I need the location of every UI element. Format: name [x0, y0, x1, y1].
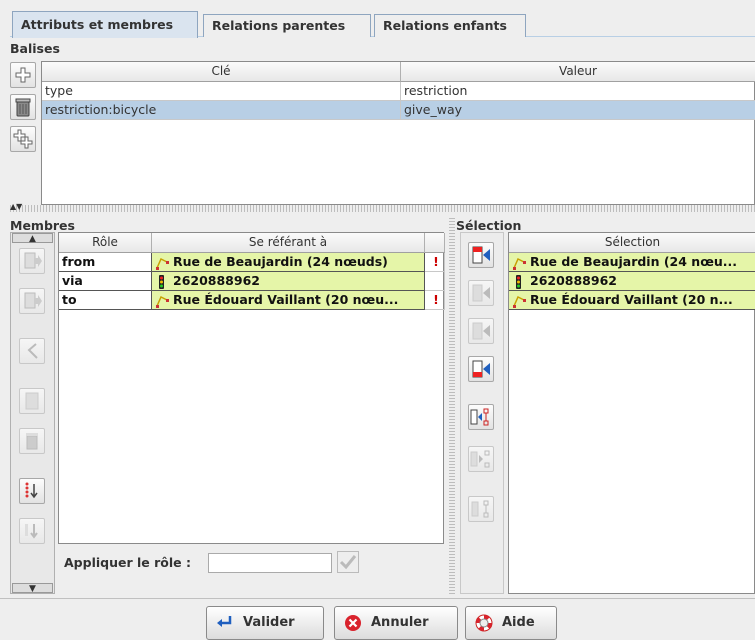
members-table: Rôle Se référant à from Rue de Beaujardi…	[58, 232, 445, 544]
column-refers-to[interactable]: Se référant à	[152, 233, 425, 253]
selection-section-title: Sélection	[456, 218, 522, 233]
selection-name: Rue Édouard Vaillant (20 n...	[530, 292, 733, 307]
trash-icon	[15, 98, 31, 117]
column-value[interactable]: Valeur	[401, 62, 755, 82]
lifebuoy-icon	[475, 614, 493, 631]
horizontal-splitter[interactable]	[10, 205, 755, 212]
tab-child-relations[interactable]: Relations enfants	[374, 14, 526, 37]
way-icon	[513, 257, 526, 270]
cancel-icon	[345, 614, 361, 631]
column-status[interactable]	[425, 233, 445, 253]
selection-name: Rue de Beaujardin (24 nœu...	[530, 254, 738, 269]
member-role-cell[interactable]: via	[59, 272, 152, 291]
vertical-splitter[interactable]	[449, 218, 455, 594]
move-up-icon	[24, 252, 42, 269]
column-selection[interactable]: Sélection	[509, 233, 755, 253]
ok-button[interactable]: Valider	[206, 606, 324, 640]
scroll-down-button[interactable]: ▼	[12, 583, 53, 594]
selection-row[interactable]: Rue Édouard Vaillant (20 n...	[509, 291, 755, 310]
way-icon	[513, 295, 526, 308]
member-name: Rue Édouard Vaillant (20 nœu...	[173, 292, 399, 307]
edit-selected-button[interactable]	[19, 388, 45, 414]
splitter-arrows-icon[interactable]: ▲▼	[10, 203, 28, 211]
add-multiple-tags-icon	[13, 129, 33, 149]
tab-attributes-members[interactable]: Attributs et membres	[12, 11, 198, 38]
add-at-end-icon	[472, 360, 490, 378]
status-cell	[425, 272, 445, 291]
scroll-up-button[interactable]: ▲	[12, 233, 53, 244]
help-label: Aide	[502, 615, 535, 630]
member-role-cell[interactable]: from	[59, 253, 152, 272]
move-down-button[interactable]	[19, 288, 45, 314]
cancel-label: Annuler	[371, 615, 429, 630]
tab-strip: Attributs et membres Relations parentes …	[10, 11, 755, 38]
delete-tag-button[interactable]	[10, 94, 36, 120]
remove-selected-button[interactable]	[468, 446, 494, 472]
incomplete-indicator-icon: !	[425, 253, 445, 272]
sort-down-icon	[25, 524, 38, 539]
member-name: Rue de Beaujardin (24 nœuds)	[173, 254, 388, 269]
tags-section-title: Balises	[10, 41, 60, 56]
bottom-separator	[0, 598, 755, 599]
reverse-members-button[interactable]	[19, 518, 45, 544]
apply-role-label: Appliquer le rôle :	[64, 555, 191, 570]
checkmark-icon	[339, 555, 357, 570]
column-key[interactable]: Clé	[42, 62, 401, 82]
column-role[interactable]: Rôle	[59, 233, 152, 253]
incomplete-indicator-icon: !	[425, 291, 445, 310]
ok-label: Valider	[243, 615, 295, 630]
zoom-selection-button[interactable]	[468, 496, 494, 522]
add-at-start-icon	[472, 246, 490, 264]
sort-members-button[interactable]	[19, 478, 45, 504]
member-role-cell[interactable]: to	[59, 291, 152, 310]
selection-table: Sélection Rue de Beaujardin (24 nœu... 2…	[508, 232, 755, 594]
enter-icon	[217, 615, 232, 627]
add-tag-icon	[15, 67, 31, 83]
member-name: 2620888962	[173, 273, 260, 288]
select-members-button[interactable]	[468, 404, 494, 430]
apply-role-button[interactable]	[337, 551, 359, 573]
edit-member-button[interactable]	[19, 338, 45, 364]
traffic-light-icon	[159, 274, 164, 289]
paste-tags-button[interactable]	[10, 126, 36, 152]
selection-name: 2620888962	[530, 273, 617, 288]
tag-key-cell[interactable]: type	[42, 82, 401, 101]
path-icon	[27, 343, 38, 359]
members-section-title: Membres	[10, 218, 75, 233]
selection-row[interactable]: Rue de Beaujardin (24 nœu...	[509, 253, 755, 272]
member-cell[interactable]: Rue Édouard Vaillant (20 nœu...	[152, 291, 425, 310]
remove-from-relation-icon	[470, 450, 490, 468]
cancel-button[interactable]: Annuler	[334, 606, 458, 640]
add-after-icon	[472, 322, 490, 340]
add-selection-after-button[interactable]	[468, 318, 494, 344]
select-in-relation-icon	[470, 408, 489, 426]
sort-icon	[25, 482, 38, 499]
selection-link-icon	[471, 500, 489, 518]
move-up-button[interactable]	[19, 248, 45, 274]
add-selection-end-button[interactable]	[468, 356, 494, 382]
delete-member-button[interactable]	[19, 428, 45, 454]
add-selection-top-button[interactable]	[468, 242, 494, 268]
traffic-light-icon	[516, 274, 521, 289]
add-selection-before-button[interactable]	[468, 280, 494, 306]
help-button[interactable]: Aide	[465, 606, 557, 640]
selection-row[interactable]: 2620888962	[509, 272, 755, 291]
tag-value-cell[interactable]: give_way	[401, 101, 755, 120]
way-icon	[156, 257, 169, 270]
tag-key-cell[interactable]: restriction:bicycle	[42, 101, 401, 120]
tags-table: Clé Valeur type restriction restriction:…	[41, 61, 755, 205]
way-icon	[156, 295, 169, 308]
add-before-icon	[472, 284, 490, 302]
add-tag-button[interactable]	[10, 62, 36, 88]
trash-icon	[26, 433, 38, 450]
move-down-icon	[24, 292, 42, 309]
member-cell[interactable]: Rue de Beaujardin (24 nœuds)	[152, 253, 425, 272]
role-input[interactable]	[208, 553, 332, 573]
tag-value-cell[interactable]: restriction	[401, 82, 755, 101]
tab-parent-relations[interactable]: Relations parentes	[203, 14, 371, 37]
member-cell[interactable]: 2620888962	[152, 272, 425, 291]
document-icon	[25, 392, 39, 410]
